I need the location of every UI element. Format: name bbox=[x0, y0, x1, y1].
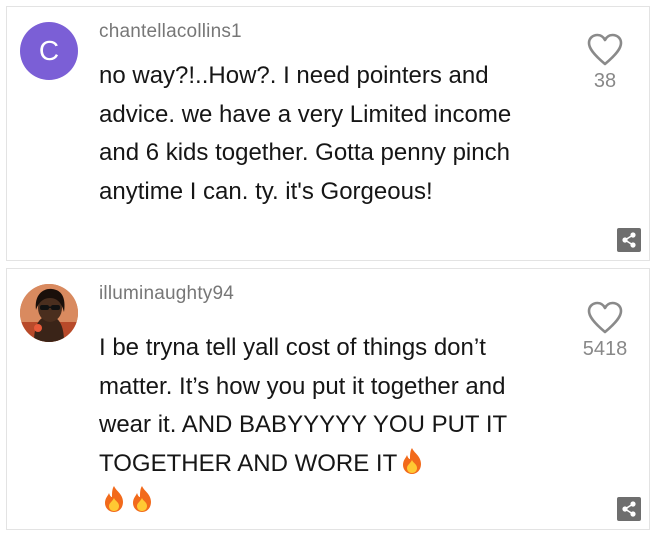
heart-icon[interactable] bbox=[587, 33, 623, 67]
share-icon[interactable] bbox=[617, 497, 641, 521]
comment-text-body: I be tryna tell yall cost of things don’… bbox=[99, 334, 507, 477]
heart-icon[interactable] bbox=[587, 301, 623, 335]
avatar[interactable] bbox=[20, 284, 78, 342]
like-count: 5418 bbox=[582, 338, 628, 360]
comment-username[interactable]: chantellacollins1 bbox=[99, 21, 242, 43]
comment-card: C chantellacollins1 no way?!..How?. I ne… bbox=[6, 6, 650, 261]
avatar[interactable]: C bbox=[20, 22, 78, 80]
share-icon[interactable] bbox=[617, 228, 641, 252]
comment-text: no way?!..How?. I need pointers and advi… bbox=[99, 62, 512, 205]
comment-text: I be tryna tell yall cost of things don’… bbox=[99, 329, 559, 522]
fire-icon bbox=[105, 486, 123, 512]
like-count: 38 bbox=[593, 70, 617, 92]
comment-card: illuminaughty94 I be tryna tell yall cos… bbox=[6, 268, 650, 530]
fire-icon bbox=[133, 486, 151, 512]
like-button[interactable]: 5418 bbox=[575, 301, 635, 361]
fire-icon bbox=[403, 447, 422, 474]
comment-username[interactable]: illuminaughty94 bbox=[99, 283, 234, 305]
like-button[interactable]: 38 bbox=[575, 33, 635, 93]
